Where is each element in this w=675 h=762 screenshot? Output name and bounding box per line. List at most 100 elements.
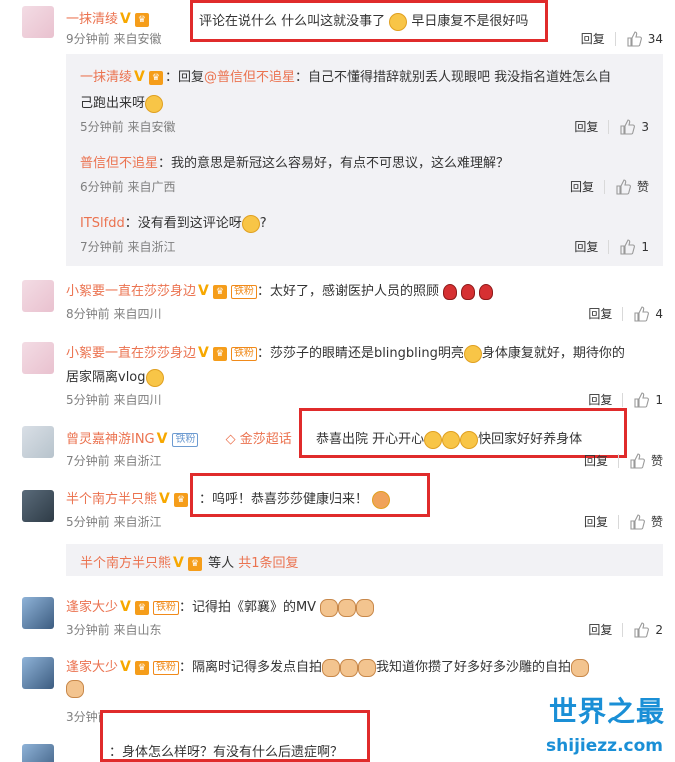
thumbs-up-icon bbox=[627, 30, 642, 47]
thumbs-up-icon bbox=[630, 452, 645, 469]
comment-username[interactable]: 半个南方半只熊 bbox=[66, 492, 157, 507]
vip-icon: ♛ bbox=[134, 600, 149, 615]
comment-username[interactable]: 逢家大少 bbox=[66, 660, 118, 675]
like-button[interactable]: 4 bbox=[633, 305, 663, 322]
reply-username[interactable]: 半个南方半只熊 bbox=[80, 556, 171, 571]
reply-meta: 7分钟前 来自浙江 bbox=[80, 240, 176, 254]
mention-link[interactable]: @普信但不追星 bbox=[204, 70, 295, 85]
avatar[interactable] bbox=[22, 6, 54, 38]
reply-button[interactable]: 回复 bbox=[581, 30, 605, 47]
emoji-icon bbox=[389, 12, 408, 31]
like-button[interactable]: 赞 bbox=[615, 178, 649, 195]
comment-actions: 回复 4 bbox=[588, 305, 663, 322]
reply-line-2: 己跑出来呀 bbox=[80, 92, 675, 113]
comment-text-tail: 我知道你攒了好多好多沙雕的自拍 bbox=[375, 660, 571, 675]
divider bbox=[622, 622, 624, 637]
divider bbox=[603, 179, 605, 194]
reply-text: ：我的意思是新冠这么容易好，有点不可思议，这么难理解？ bbox=[158, 156, 510, 171]
more-replies-text: 等人 bbox=[208, 556, 235, 571]
comment-text: 评论在说什么 什么叫这就没事了 早日康复不是很好吗 bbox=[199, 12, 529, 31]
topic-label: 金莎超话 bbox=[239, 432, 292, 447]
comment-username[interactable]: 曾灵嘉神游ING bbox=[66, 432, 155, 447]
like-count: 1 bbox=[641, 239, 649, 254]
reply-button[interactable]: 回复 bbox=[570, 178, 594, 195]
reply-button[interactable]: 回复 bbox=[574, 118, 598, 135]
avatar[interactable] bbox=[22, 342, 54, 374]
emoji-icon bbox=[145, 94, 164, 113]
comment-username[interactable]: 逢家大少 bbox=[66, 600, 118, 615]
avatar[interactable] bbox=[22, 597, 54, 629]
comment-username[interactable]: 一抹清绫 bbox=[66, 12, 118, 27]
cat-emoji-icon bbox=[321, 658, 340, 677]
topic-link[interactable]: ◇ 金莎超话 bbox=[226, 432, 292, 447]
avatar[interactable] bbox=[22, 744, 54, 762]
comment-text: ：隔离时记得多发点自拍 bbox=[178, 660, 322, 675]
comment-feed: 一抹清绫 V ♛ 9分钟前 来自安徽 回复 34 评论在说什么 什么叫这就没事了 早… bbox=[0, 0, 675, 762]
watermark-url: shijiezz.com bbox=[546, 736, 663, 756]
highlight-box: 恭喜出院 开心开心 快回家好好养身体 bbox=[299, 408, 627, 458]
vip-icon: ♛ bbox=[212, 346, 227, 361]
like-button[interactable]: 赞 bbox=[629, 452, 663, 469]
reply-button[interactable]: 回复 bbox=[588, 391, 612, 408]
cat-emoji-icon bbox=[338, 598, 357, 617]
comment-username[interactable]: 小絮要一直在莎莎身边 bbox=[66, 346, 196, 361]
cat-emoji-icon bbox=[356, 598, 375, 617]
like-count: 34 bbox=[647, 31, 663, 46]
emoji-icon bbox=[372, 490, 391, 509]
reply-username[interactable]: ITSlfdd bbox=[80, 216, 125, 231]
comment-header: 逢家大少 V ♛ 铁粉 ：记得拍《郭襄》的MV bbox=[66, 596, 675, 617]
comment-username[interactable]: 小絮要一直在莎莎身边 bbox=[66, 284, 196, 299]
more-replies-link[interactable]: 共1条回复 bbox=[238, 556, 298, 571]
divider bbox=[622, 392, 624, 407]
like-count: 2 bbox=[655, 622, 663, 637]
comment-header: 逢家大少 V ♛ 铁粉 ：隔离时记得多发点自拍 我知道你攒了好多好多沙雕的自拍 bbox=[66, 656, 675, 677]
comment-text: ：记得拍《郭襄》的MV bbox=[178, 600, 317, 615]
comment-meta: 8分钟前 来自四川 bbox=[66, 307, 162, 321]
cat-emoji-icon bbox=[570, 658, 589, 677]
reply-meta: 6分钟前 来自广西 bbox=[80, 180, 176, 194]
reply-button[interactable]: 回复 bbox=[584, 513, 608, 530]
like-button[interactable]: 1 bbox=[619, 238, 649, 255]
rose-icon bbox=[461, 283, 476, 300]
reply-username[interactable]: 普信但不追星 bbox=[80, 156, 158, 171]
comment-actions: 回复 34 bbox=[581, 30, 663, 47]
comment-text: ：莎莎子的眼睛还是blingbling明亮 bbox=[256, 346, 464, 361]
verified-icon: V bbox=[198, 283, 209, 299]
like-count: 3 bbox=[641, 119, 649, 134]
like-button[interactable]: 2 bbox=[633, 621, 663, 638]
cat-emoji-icon bbox=[339, 658, 358, 677]
reply-meta: 5分钟前 来自安徽 bbox=[80, 120, 176, 134]
highlight-box: 评论在说什么 什么叫这就没事了 早日康复不是很好吗 bbox=[190, 0, 548, 42]
like-button[interactable]: 赞 bbox=[629, 513, 663, 530]
comment-text: 居家隔离vlog bbox=[66, 370, 146, 385]
avatar[interactable] bbox=[22, 657, 54, 689]
reply-username[interactable]: 一抹清绫 bbox=[80, 70, 132, 85]
like-button[interactable]: 34 bbox=[626, 30, 663, 47]
comment-meta: 5分钟前 来自浙江 bbox=[66, 515, 162, 529]
like-count: 赞 bbox=[636, 180, 649, 194]
thumbs-up-icon bbox=[630, 513, 645, 530]
comment-actions: 回复 赞 bbox=[584, 452, 663, 469]
avatar[interactable] bbox=[22, 280, 54, 312]
avatar[interactable] bbox=[22, 490, 54, 522]
verified-icon: V bbox=[120, 11, 131, 27]
highlight-box: ：身体怎么样呀？有没有什么后遗症啊？ bbox=[100, 710, 370, 762]
comment-meta: 5分钟前 来自四川 bbox=[66, 393, 162, 407]
reply-button[interactable]: 回复 bbox=[584, 452, 608, 469]
vip-icon: ♛ bbox=[134, 12, 149, 27]
reply-button[interactable]: 回复 bbox=[588, 305, 612, 322]
like-button[interactable]: 1 bbox=[633, 391, 663, 408]
like-button[interactable]: 3 bbox=[619, 118, 649, 135]
like-count: 赞 bbox=[650, 515, 663, 529]
emoji-icon bbox=[145, 368, 164, 387]
comment-text-tail: 身体康复就好，期待你的 bbox=[481, 346, 625, 361]
fan-badge: 铁粉 bbox=[172, 432, 199, 447]
watermark-logo: 世界之最 bbox=[548, 695, 665, 728]
divider bbox=[622, 306, 624, 321]
avatar[interactable] bbox=[22, 426, 54, 458]
reply-prefix: ：回复 bbox=[164, 70, 204, 85]
emoji-icon bbox=[460, 430, 479, 449]
reply-button[interactable]: 回复 bbox=[588, 621, 612, 638]
verified-icon: V bbox=[120, 599, 131, 615]
reply-button[interactable]: 回复 bbox=[574, 238, 598, 255]
